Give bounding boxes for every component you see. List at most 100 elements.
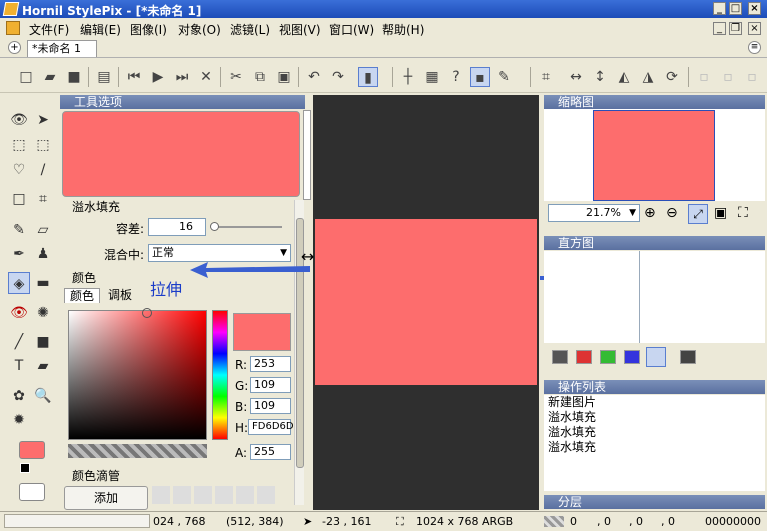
doc-minimize-button[interactable]: _ [713,22,726,35]
menu-image[interactable]: 图像(I) [130,21,167,38]
fullscreen-icon[interactable]: ⛶ [738,205,748,221]
clone-icon[interactable]: ♟ [32,243,54,265]
shape-icon[interactable]: ■ [32,331,54,353]
history-item[interactable]: 新建图片 [544,395,765,410]
arrange-icon[interactable]: ▫ [718,67,738,87]
hist-overlay-icon[interactable] [680,350,696,364]
menu-filter[interactable]: 滤镜(L) [230,21,270,38]
hist-red-icon[interactable] [576,350,592,364]
background-color-swatch[interactable] [19,483,45,501]
hist-blue-icon[interactable] [624,350,640,364]
tab-color[interactable]: 颜色 [64,288,100,303]
tab-document[interactable]: *未命名 1 [27,40,97,57]
rotate-free-icon[interactable]: ⟳ [662,67,682,87]
text-icon[interactable]: T [8,355,30,377]
undo-icon[interactable]: ↶ [304,67,324,87]
g-input[interactable]: 109 [250,377,291,393]
new-icon[interactable]: □ [16,67,36,87]
thumbnail-view[interactable] [544,109,765,201]
r-input[interactable]: 253 [250,356,291,372]
print-icon[interactable]: ▤ [94,67,114,87]
history-item[interactable]: 溢水填充 [544,410,765,425]
ruler-icon[interactable]: ┼ [398,67,418,87]
first-icon[interactable]: ⏮ [124,67,144,87]
transform-icon[interactable]: □ [8,188,30,210]
hist-green-icon[interactable] [600,350,616,364]
lasso-icon[interactable]: ♡ [8,159,30,181]
copy-icon[interactable]: ⧉ [250,67,270,87]
menu-edit[interactable]: 编辑(E) [80,21,121,38]
doc-close-button[interactable]: × [748,22,761,35]
add-tab-icon[interactable]: + [8,41,21,54]
settings-icon[interactable]: ✹ [8,409,30,431]
rect-select-icon[interactable]: ⬚ [32,134,54,156]
document-icon[interactable] [6,21,20,35]
sun-icon[interactable]: ✺ [32,302,54,324]
swatch-slots[interactable] [152,486,278,504]
history-item[interactable]: 溢水填充 [544,440,765,455]
cut-icon[interactable]: ✂ [226,67,246,87]
b-input[interactable]: 109 [250,398,291,414]
maximize-button[interactable]: □ [729,2,742,15]
eyedropper-icon[interactable]: / [32,159,54,181]
eye-icon[interactable]: 👁 [8,109,30,131]
fill-bucket-icon[interactable]: ◈ [8,272,30,294]
fit-window-icon[interactable]: ⤢ [688,204,708,224]
crop-tool-icon[interactable]: ⌗ [32,188,54,210]
panel-toggle-icon[interactable]: ▮ [358,67,378,87]
color-wheel-icon[interactable]: ✿ [8,385,30,407]
rotate-left-icon[interactable]: ◭ [614,67,634,87]
a-input[interactable]: 255 [250,444,291,460]
gradient-icon[interactable]: ▬ [32,272,54,294]
close-button[interactable]: × [748,2,761,15]
align-icon[interactable]: ▫ [694,67,714,87]
alpha-slider[interactable] [68,444,207,458]
group-icon[interactable]: ▫ [742,67,762,87]
pen-icon[interactable]: ✒ [8,243,30,265]
pointer-icon[interactable]: ➤ [32,109,54,131]
play-icon[interactable]: ▶ [148,67,168,87]
tab-palette[interactable]: 调板 [102,288,138,303]
tolerance-slider[interactable] [212,226,282,228]
line-icon[interactable]: ╱ [8,331,30,353]
menu-file[interactable]: 文件(F) [29,21,69,38]
flip-h-icon[interactable]: ↔ [566,67,586,87]
actual-size-icon[interactable]: ▣ [714,205,727,221]
menu-help[interactable]: 帮助(H) [382,21,424,38]
tab-list-icon[interactable]: ≡ [748,41,761,54]
redo-icon[interactable]: ↷ [328,67,348,87]
add-color-button[interactable]: 添加 [64,486,148,510]
brush-icon[interactable]: ✎ [8,219,30,241]
tolerance-slider-handle[interactable] [210,222,219,231]
flip-v-icon[interactable]: ↕ [590,67,610,87]
help-grid-icon[interactable]: ? [446,67,466,87]
pin-icon[interactable]: ✎ [494,67,514,87]
minimize-button[interactable]: _ [713,2,726,15]
hue-slider[interactable] [212,310,228,440]
saturation-cursor[interactable] [142,308,152,318]
foreground-color-swatch[interactable] [19,441,45,459]
zoom-out-icon[interactable]: ⊖ [666,205,678,221]
doc-restore-button[interactable]: ❐ [729,22,742,35]
redeye-icon[interactable]: 👁 [8,302,30,324]
menu-window[interactable]: 窗口(W) [329,21,374,38]
folder-icon[interactable]: ▰ [32,355,54,377]
crop-icon[interactable]: ⌗ [536,67,556,87]
menu-object[interactable]: 对象(O) [178,21,221,38]
last-icon[interactable]: ⏭ [172,67,192,87]
hist-rgb-icon[interactable] [646,347,666,367]
grid-icon[interactable]: ▦ [422,67,442,87]
open-icon[interactable]: ▰ [40,67,60,87]
rotate-right-icon[interactable]: ◮ [638,67,658,87]
menu-view[interactable]: 视图(V) [279,21,321,38]
eraser-icon[interactable]: ▱ [32,219,54,241]
tolerance-input[interactable]: 16 [148,218,206,236]
history-item[interactable]: 溢水填充 [544,425,765,440]
zoom-in-icon[interactable]: ⊕ [644,205,656,221]
select-diag-icon[interactable]: ⬚ [8,134,30,156]
paste-icon[interactable]: ▣ [274,67,294,87]
default-colors-icon[interactable] [20,463,30,473]
image-canvas[interactable] [315,219,537,385]
canvas-mode-icon[interactable]: ▪ [470,67,490,87]
saturation-picker[interactable] [68,310,207,440]
